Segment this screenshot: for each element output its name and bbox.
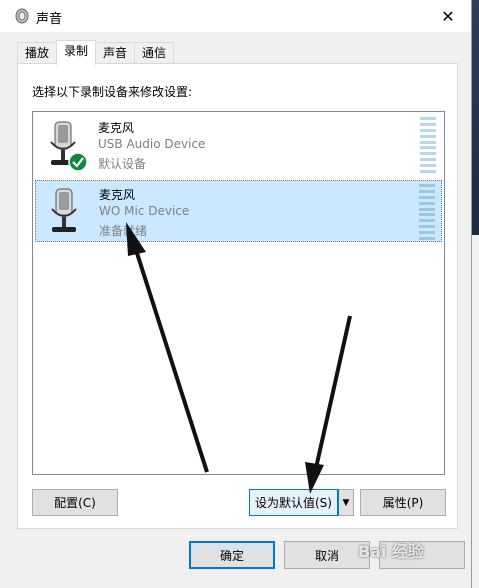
device-item-usb-mic[interactable]: 麦克风 USB Audio Device 默认设备: [35, 114, 442, 176]
window-title: 声音: [36, 12, 63, 27]
chevron-down-icon: ▼: [342, 497, 350, 508]
level-meter: [420, 117, 436, 173]
tab-sounds[interactable]: 声音: [95, 42, 136, 64]
set-default-dropdown[interactable]: ▼: [338, 489, 354, 516]
tab-communications[interactable]: 通信: [134, 42, 175, 64]
device-list: 麦克风 USB Audio Device 默认设备 麦克风 WO Mic Dev…: [32, 111, 445, 475]
tab-bar: 播放 录制 声音 通信: [17, 40, 175, 65]
level-meter: [419, 184, 435, 240]
close-icon: ✕: [441, 6, 455, 26]
microphone-icon: [51, 188, 77, 232]
device-name: 麦克风: [98, 121, 135, 135]
ok-button[interactable]: 确定: [189, 541, 275, 569]
set-default-split-button: 设为默认值(S) ▼: [249, 489, 354, 516]
background-window: [471, 0, 479, 588]
instruction-text: 选择以下录制设备来修改设置:: [32, 85, 193, 99]
tab-recording[interactable]: 录制: [56, 40, 97, 65]
default-check-icon: [68, 152, 88, 172]
sound-dialog: 声音 ✕ 播放 录制 声音 通信 选择以下录制设备来修改设置: 麦克风 USB …: [0, 0, 472, 588]
configure-button[interactable]: 配置(C): [32, 489, 118, 516]
device-description: USB Audio Device: [98, 137, 206, 151]
device-description: WO Mic Device: [99, 204, 190, 218]
tab-playback[interactable]: 播放: [17, 42, 58, 64]
device-name: 麦克风: [99, 188, 136, 202]
speaker-app-icon: [15, 8, 29, 24]
title-bar: 声音 ✕: [0, 0, 471, 32]
device-item-wo-mic[interactable]: 麦克风 WO Mic Device 准备就绪: [35, 180, 442, 242]
device-status: 默认设备: [98, 157, 147, 171]
recording-panel: 选择以下录制设备来修改设置: 麦克风 USB Audio Device 默认设备: [17, 63, 458, 529]
device-status: 准备就绪: [99, 224, 148, 238]
close-button[interactable]: ✕: [425, 0, 471, 32]
watermark: Bai 经验: [358, 542, 425, 561]
set-default-button[interactable]: 设为默认值(S): [249, 489, 338, 516]
properties-button[interactable]: 属性(P): [360, 489, 446, 516]
